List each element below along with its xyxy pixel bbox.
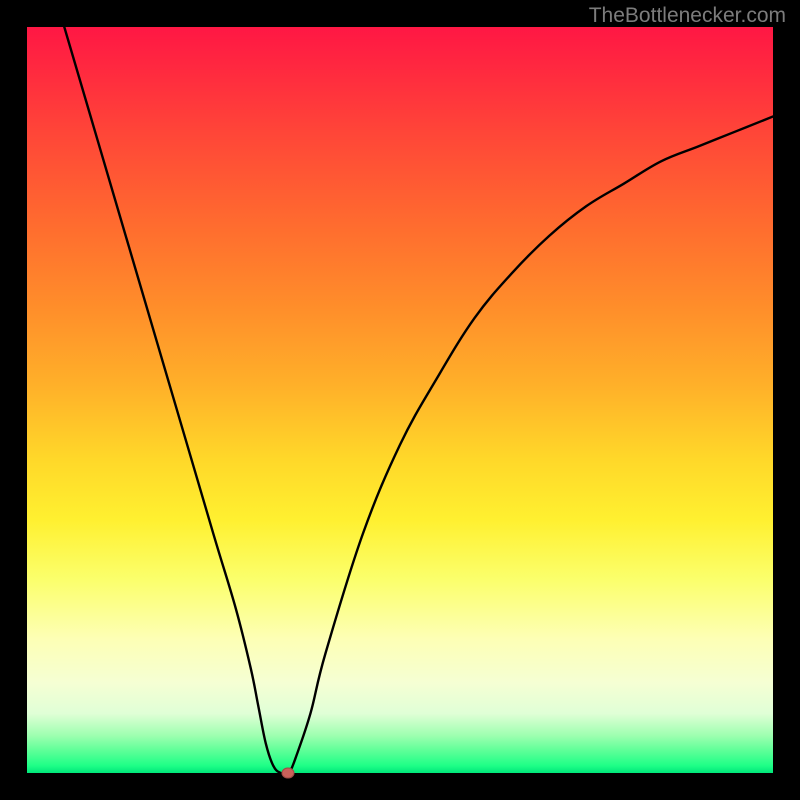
chart-plot-area bbox=[27, 27, 773, 773]
bottleneck-curve-path bbox=[64, 27, 773, 773]
chart-curve-svg bbox=[27, 27, 773, 773]
chart-frame: TheBottlenecker.com bbox=[0, 0, 800, 800]
watermark-text: TheBottlenecker.com bbox=[589, 4, 786, 28]
chart-marker-dot bbox=[282, 768, 295, 779]
